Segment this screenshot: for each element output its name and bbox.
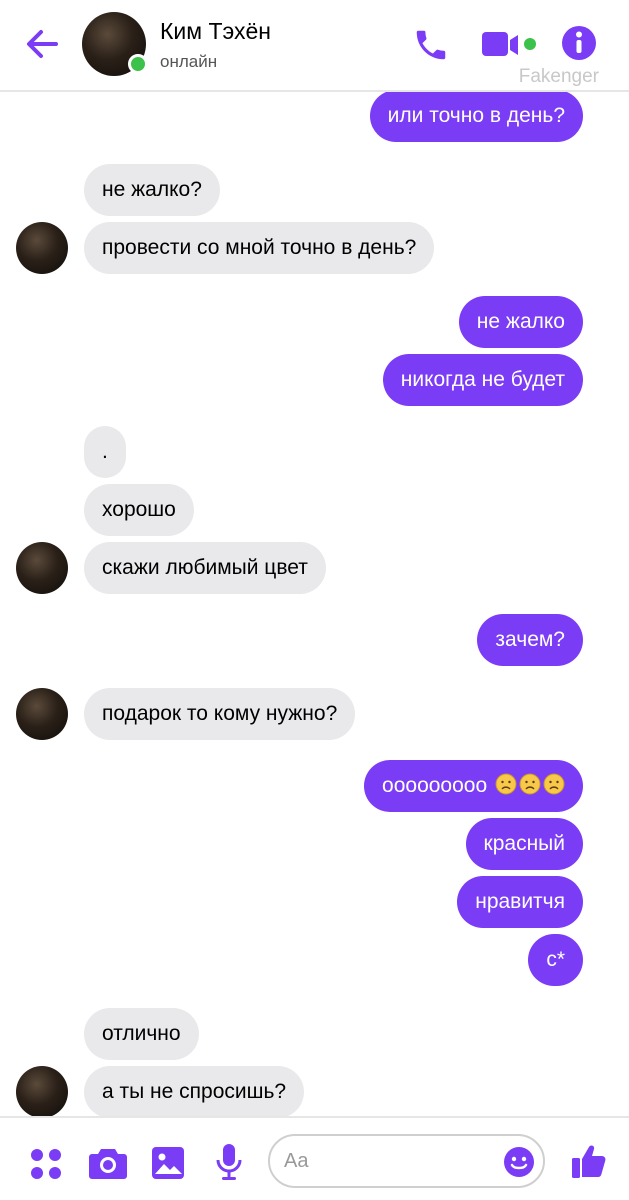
phone-icon[interactable]	[412, 26, 450, 64]
watermark: Fakenger	[518, 66, 599, 87]
contact-avatar-small	[16, 222, 68, 274]
info-icon[interactable]	[560, 24, 598, 62]
message-outgoing[interactable]: нравитчя	[457, 876, 583, 928]
message-outgoing[interactable]: ооооооооо	[364, 760, 583, 812]
video-camera-icon[interactable]	[480, 28, 540, 62]
back-arrow-icon[interactable]	[22, 24, 62, 64]
chat-header: Ким Тэхён онлайн Fakenger	[0, 0, 629, 92]
message-input-container[interactable]	[268, 1134, 545, 1188]
message-incoming[interactable]: отлично	[84, 1008, 199, 1060]
message-composer	[0, 1116, 629, 1200]
online-indicator	[128, 54, 148, 74]
message-outgoing[interactable]: или точно в день?	[369, 92, 583, 142]
message-outgoing[interactable]: с*	[528, 934, 583, 986]
contact-avatar-small	[16, 542, 68, 594]
sad-face-icon	[541, 773, 565, 797]
message-incoming[interactable]: хорошо	[84, 484, 194, 536]
contact-avatar[interactable]	[82, 12, 148, 76]
message-outgoing[interactable]: не жалко	[458, 296, 583, 348]
message-incoming[interactable]: подарок то кому нужно?	[84, 688, 356, 740]
message-outgoing[interactable]: зачем?	[477, 614, 583, 666]
message-incoming[interactable]: провести со мной точно в день?	[84, 222, 435, 274]
apps-grid-icon[interactable]	[28, 1146, 64, 1187]
emoji-icon[interactable]	[503, 1146, 535, 1178]
image-icon[interactable]	[151, 1146, 185, 1185]
message-outgoing[interactable]: красный	[465, 818, 583, 870]
microphone-icon[interactable]	[214, 1142, 244, 1187]
contact-name[interactable]: Ким Тэхён	[160, 18, 271, 45]
message-outgoing[interactable]: никогда не будет	[382, 354, 583, 406]
message-text: ооооооооо	[382, 774, 488, 797]
thumbs-up-icon[interactable]	[570, 1142, 608, 1185]
contact-status: онлайн	[160, 52, 218, 71]
message-incoming[interactable]: .	[84, 426, 126, 478]
message-list[interactable]: или точно в день? не жалко? провести со …	[0, 92, 629, 1116]
message-incoming[interactable]: скажи любимый цвет	[84, 542, 326, 594]
message-input[interactable]	[284, 1146, 504, 1176]
sad-face-icon	[493, 773, 517, 797]
sad-face-icon	[517, 773, 541, 797]
camera-icon[interactable]	[88, 1146, 128, 1185]
contact-avatar-small	[16, 688, 68, 740]
message-incoming[interactable]: а ты не спросишь?	[84, 1066, 305, 1116]
contact-avatar-small	[16, 1066, 68, 1116]
message-incoming[interactable]: не жалко?	[84, 164, 220, 216]
